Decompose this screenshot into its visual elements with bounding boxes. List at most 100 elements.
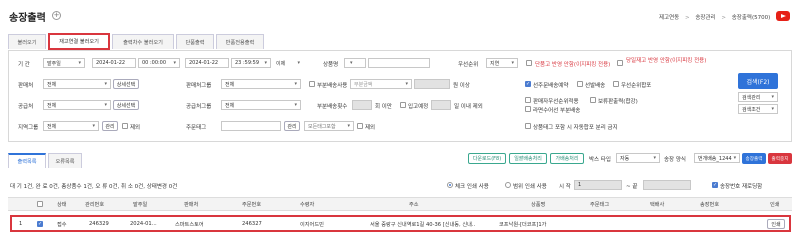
stock-days-input[interactable]: [431, 100, 451, 110]
region-manage-button[interactable]: 관리: [102, 121, 118, 131]
period-type-select[interactable]: 발주일: [43, 58, 85, 68]
single-stock-label: 단품고 반영 안함(이지피킹 전용): [535, 62, 611, 68]
priority-ship-label: 우선순위합포: [621, 83, 652, 89]
hand-price-label: 라면수어선 부분배송: [533, 108, 581, 114]
seller-sorted-label: 판매자우선순위적용: [533, 99, 579, 105]
end-input[interactable]: [643, 180, 691, 190]
invoice-reload-label: 송장번호 재로딩함: [720, 184, 763, 190]
box-type-select[interactable]: 자동: [616, 153, 660, 163]
tab-single-print[interactable]: 단품출력: [176, 34, 214, 49]
col-order-tag[interactable]: 주문태그: [590, 201, 609, 208]
col-status[interactable]: 상태: [57, 201, 67, 208]
over-amount-label: 원 이상: [453, 83, 470, 89]
date-from-input[interactable]: 2024-01-22: [92, 58, 136, 68]
tag-exclude-label: 제외: [365, 125, 376, 131]
region-group-label: 지역그룹: [18, 125, 39, 131]
invoice-type-select[interactable]: 번개배송_1244: [694, 153, 740, 163]
priority-select[interactable]: 지연: [486, 58, 518, 68]
row-receiver: 이지어드민: [300, 222, 324, 228]
supplier-select[interactable]: 전체: [43, 100, 111, 110]
col-manage-no[interactable]: 관리번호: [85, 201, 104, 208]
preorder-label: 선발배송: [585, 83, 606, 89]
product-split-label: 상품태그 포함 시 자동합포 분리 금지: [533, 125, 618, 131]
select-all-checkbox[interactable]: [37, 201, 43, 207]
start-input[interactable]: 1: [574, 180, 622, 190]
all-tag-select[interactable]: 모든태그포함: [304, 121, 354, 131]
period-unit-select[interactable]: 이제: [273, 58, 303, 68]
hold-ship-button[interactable]: 가배송처리: [550, 153, 584, 164]
row-checkbox[interactable]: [37, 221, 43, 227]
partial-count-input[interactable]: [352, 100, 372, 110]
order-tag-input[interactable]: [221, 121, 281, 131]
supplier-detail-button[interactable]: 상세선택: [113, 100, 139, 110]
seller-select[interactable]: 전체: [43, 79, 111, 89]
time-to-select[interactable]: 23 :59:59: [231, 58, 271, 68]
multi-stock-checkbox[interactable]: [617, 60, 623, 66]
stop-print-button[interactable]: 출력중지: [768, 153, 792, 164]
table-header: [8, 197, 792, 211]
col-product[interactable]: 상품명: [531, 201, 545, 208]
seller-group-label: 판매처그룹: [186, 83, 212, 89]
tab-print-round-load[interactable]: 출력차수 불러오기: [112, 34, 174, 49]
plus-circle-icon[interactable]: +: [52, 11, 61, 20]
col-invoice-no[interactable]: 송장번호: [700, 201, 719, 208]
hand-price-checkbox[interactable]: [525, 106, 531, 112]
col-order-date[interactable]: 발주일: [133, 201, 147, 208]
breadcrumb-item[interactable]: 송장출력(5700): [732, 15, 771, 21]
row-product: 코프낙원-[더코프]1가: [499, 222, 547, 228]
partial-qty-select[interactable]: 부분금액: [350, 79, 412, 89]
col-address[interactable]: 주소: [409, 201, 419, 208]
single-stock-checkbox[interactable]: [526, 60, 532, 66]
region-exclude-checkbox[interactable]: [122, 123, 128, 129]
row-print-button[interactable]: 인쇄: [767, 219, 785, 229]
check-hold-checkbox[interactable]: [590, 97, 596, 103]
multi-stock-label: 당일재고 반영 안함(이지피킹 전용): [626, 58, 707, 64]
col-print[interactable]: 인쇄: [770, 201, 780, 208]
search-button[interactable]: 검색(F2): [738, 73, 778, 89]
partial-amount-input[interactable]: [414, 79, 450, 89]
page-title: 송장출력: [9, 13, 46, 24]
tab-print-list[interactable]: 출력목록: [8, 153, 46, 168]
priority-label: 우선순위: [458, 62, 479, 68]
breadcrumb-item[interactable]: 송장관리: [695, 15, 715, 21]
product-split-checkbox[interactable]: [525, 123, 531, 129]
partial-ship-checkbox[interactable]: [309, 81, 315, 87]
breadcrumb-item[interactable]: 제고연동: [659, 15, 679, 21]
tab-return-print[interactable]: 반품전용출력: [216, 34, 264, 49]
col-seller[interactable]: 판매처: [184, 201, 198, 208]
download-button[interactable]: 다운로드(F8): [468, 153, 506, 164]
seller-sorted-checkbox[interactable]: [525, 97, 531, 103]
region-select[interactable]: 전체: [43, 121, 99, 131]
seller-detail-button[interactable]: 상세선택: [113, 79, 139, 89]
supplier-group-select[interactable]: 전체: [221, 100, 301, 110]
check-print-radio[interactable]: [447, 182, 453, 188]
row-order-no: 246327: [242, 221, 262, 227]
tag-exclude-checkbox[interactable]: [357, 123, 363, 129]
stock-expected-checkbox[interactable]: [400, 102, 406, 108]
date-to-input[interactable]: 2024-01-22: [185, 58, 229, 68]
end-label: ~ 끝: [626, 184, 638, 190]
tab-stock-link-load[interactable]: 재고연결 불러오기: [48, 33, 110, 50]
search-cond-select[interactable]: 검색조건: [738, 104, 778, 114]
product-select[interactable]: [344, 58, 366, 68]
youtube-icon[interactable]: [776, 11, 790, 21]
priority-ship-checkbox[interactable]: [613, 81, 619, 87]
col-order-no[interactable]: 주문번호: [242, 201, 261, 208]
tab-error-list[interactable]: 오류목록: [48, 153, 82, 168]
range-print-radio[interactable]: [505, 182, 511, 188]
tag-manage-button[interactable]: 관리: [284, 121, 300, 131]
seller-group-select[interactable]: 전체: [221, 79, 301, 89]
bulk-ship-button[interactable]: 일괄배송처리: [509, 153, 547, 164]
invoice-print-btn[interactable]: 송장출력: [742, 153, 766, 164]
tab-load[interactable]: 불러오기: [8, 34, 46, 49]
time-from-select[interactable]: 00 :00:00: [138, 58, 180, 68]
breadcrumb: 제고연동 > 송장관리 > 송장출력(5700): [659, 15, 771, 21]
col-receiver[interactable]: 수령자: [300, 201, 314, 208]
preorder-checkbox[interactable]: [577, 81, 583, 87]
invoice-reload-checkbox[interactable]: [712, 182, 718, 188]
search-mgmt-select[interactable]: 검색관리: [738, 92, 778, 102]
col-courier[interactable]: 택배사: [650, 201, 664, 208]
summary-text: 대 기 1건, 완 료 0건, 총상품수 1건, 오 류 0건, 취 소 0건,…: [10, 184, 178, 190]
first-come-checkbox[interactable]: [525, 81, 531, 87]
product-input[interactable]: [368, 58, 430, 68]
